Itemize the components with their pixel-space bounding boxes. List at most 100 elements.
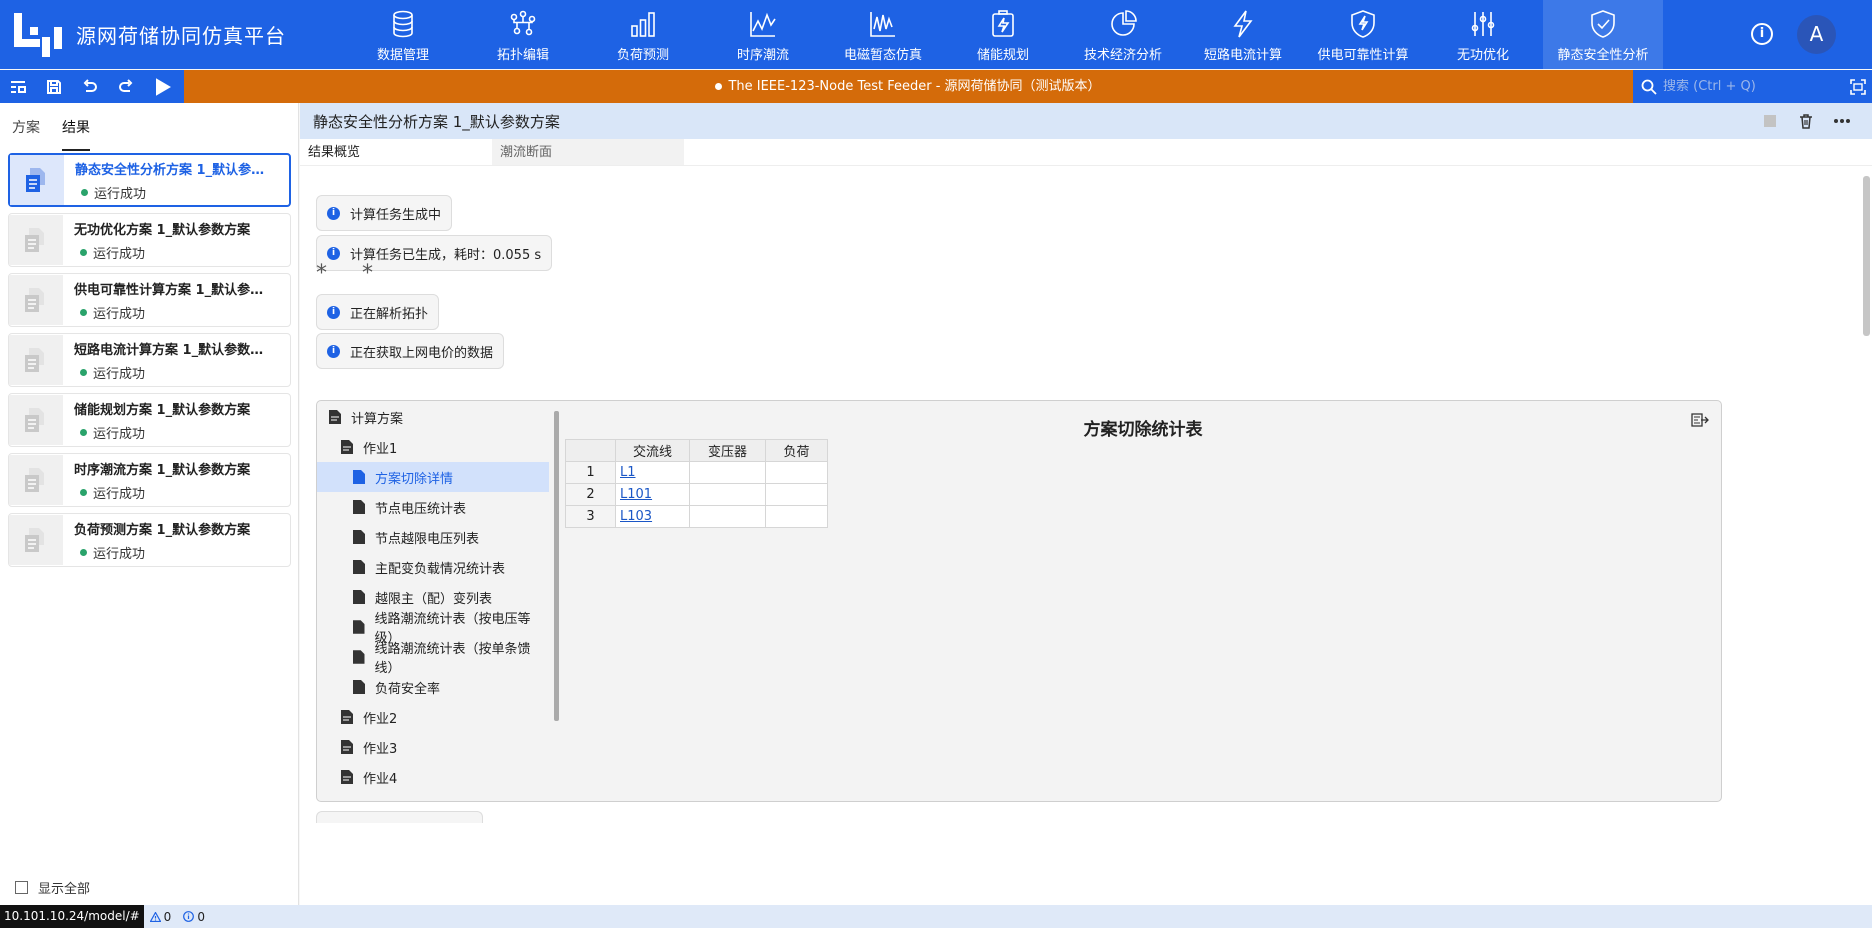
nav-emt-simulation[interactable]: 电磁暂态仿真 bbox=[823, 0, 943, 69]
result-content: i 计算任务生成中 i 计算任务已生成，耗时：0.055 s * * i 正在解… bbox=[300, 166, 1872, 905]
main-header: 静态安全性分析方案 1_默认参数方案 bbox=[300, 103, 1872, 139]
tree-item-report[interactable]: 主配变负载情况统计表 bbox=[317, 552, 549, 582]
plan-card[interactable]: 无功优化方案 1_默认参数方案 运行成功 bbox=[8, 213, 291, 267]
tree-item-job[interactable]: 作业1 bbox=[317, 432, 549, 462]
plan-card[interactable]: 短路电流计算方案 1_默认参数方案 运行成功 bbox=[8, 333, 291, 387]
nav-data-management[interactable]: 数据管理 bbox=[343, 0, 463, 69]
nav-reactive-optimization[interactable]: 无功优化 bbox=[1423, 0, 1543, 69]
layout-button[interactable] bbox=[0, 70, 36, 103]
tab-flow-section[interactable]: 潮流断面 bbox=[492, 139, 684, 165]
load-cell bbox=[765, 461, 828, 484]
nav-load-forecast[interactable]: 负荷预测 bbox=[583, 0, 703, 69]
plan-doc-icon bbox=[9, 215, 63, 265]
info-icon: i bbox=[327, 206, 340, 220]
search-input[interactable] bbox=[1663, 79, 1833, 94]
ac-line-link[interactable]: L103 bbox=[615, 505, 690, 528]
tree-item-report[interactable]: 负荷安全率 bbox=[317, 672, 549, 702]
nav-short-circuit[interactable]: 短路电流计算 bbox=[1183, 0, 1303, 69]
nav-static-security[interactable]: 静态安全性分析 bbox=[1543, 0, 1663, 69]
nav-storage-planning[interactable]: 储能规划 bbox=[943, 0, 1063, 69]
plan-status-text: 运行成功 bbox=[93, 366, 146, 382]
log-text: 正在获取上网电价的数据 bbox=[350, 345, 494, 361]
tree-item-job[interactable]: 作业2 bbox=[317, 702, 549, 732]
fullscreen-icon bbox=[1849, 78, 1866, 95]
tree-item-job[interactable]: 作业3 bbox=[317, 732, 549, 762]
save-icon bbox=[47, 79, 61, 94]
document-icon bbox=[329, 410, 341, 424]
tree-item-root[interactable]: 计算方案 bbox=[317, 402, 549, 432]
header-transformer: 变压器 bbox=[689, 439, 766, 462]
ac-line-link[interactable]: L1 bbox=[615, 461, 690, 484]
info-icon: i bbox=[327, 305, 340, 319]
tree-scrollbar[interactable] bbox=[554, 411, 559, 721]
load-cell bbox=[765, 505, 828, 528]
nav-reliability[interactable]: 供电可靠性计算 bbox=[1303, 0, 1423, 69]
plan-doc-icon bbox=[10, 155, 64, 205]
content-scrollbar[interactable] bbox=[1863, 176, 1870, 336]
nav-topology-edit[interactable]: 拓扑编辑 bbox=[463, 0, 583, 69]
plan-status-text: 运行成功 bbox=[93, 306, 146, 322]
tab-plans[interactable]: 方案 bbox=[12, 103, 40, 151]
redo-button[interactable] bbox=[108, 70, 144, 103]
project-title-text: The IEEE-123-Node Test Feeder - 源网荷储协同（测… bbox=[728, 79, 1101, 94]
tree-label: 越限主（配）变列表 bbox=[375, 591, 493, 607]
plan-card[interactable]: 时序潮流方案 1_默认参数方案 运行成功 bbox=[8, 453, 291, 507]
info-count[interactable]: 0 bbox=[183, 910, 205, 924]
tab-results[interactable]: 结果 bbox=[62, 103, 90, 151]
status-url: 10.101.10.24/model/# bbox=[0, 905, 144, 928]
search-box[interactable] bbox=[1633, 70, 1843, 103]
trash-icon bbox=[1800, 114, 1812, 129]
tree-label: 作业4 bbox=[363, 771, 398, 787]
save-button[interactable] bbox=[36, 70, 72, 103]
stop-button[interactable] bbox=[1752, 103, 1788, 139]
project-title: The IEEE-123-Node Test Feeder - 源网荷储协同（测… bbox=[184, 70, 1632, 103]
tab-result-overview[interactable]: 结果概览 bbox=[300, 139, 492, 165]
plan-status-text: 运行成功 bbox=[93, 546, 146, 562]
nav-time-series-flow[interactable]: 时序潮流 bbox=[703, 0, 823, 69]
stop-icon bbox=[1764, 115, 1776, 127]
export-button[interactable] bbox=[1691, 413, 1709, 431]
nav-tech-econ-analysis[interactable]: 技术经济分析 bbox=[1063, 0, 1183, 69]
table-header-row: 交流线 变压器 负荷 bbox=[565, 439, 828, 462]
tree-item-report[interactable]: 节点电压统计表 bbox=[317, 492, 549, 522]
plan-doc-icon bbox=[9, 335, 63, 385]
document-icon bbox=[353, 560, 365, 574]
database-icon bbox=[386, 7, 420, 41]
left-tabs: 方案 结果 bbox=[0, 103, 298, 151]
delete-button[interactable] bbox=[1788, 103, 1824, 139]
tree-item-job[interactable]: 作业4 bbox=[317, 762, 549, 792]
plan-card[interactable]: 供电可靠性计算方案 1_默认参数方案 运行成功 bbox=[8, 273, 291, 327]
layout-icon bbox=[11, 80, 26, 93]
show-all-checkbox[interactable] bbox=[15, 881, 28, 894]
avatar[interactable]: A bbox=[1797, 15, 1836, 54]
plan-card[interactable]: 负荷预测方案 1_默认参数方案 运行成功 bbox=[8, 513, 291, 567]
more-button[interactable] bbox=[1824, 103, 1860, 139]
plan-status-text: 运行成功 bbox=[93, 426, 146, 442]
undo-button[interactable] bbox=[72, 70, 108, 103]
tree-item-report[interactable]: 方案切除详情 bbox=[317, 462, 549, 492]
table-row: 1 L1 bbox=[565, 461, 828, 484]
brand[interactable]: 源网荷储协同仿真平台 bbox=[12, 10, 286, 58]
plan-card[interactable]: 储能规划方案 1_默认参数方案 运行成功 bbox=[8, 393, 291, 447]
separator-stars: * * bbox=[316, 261, 387, 286]
document-icon bbox=[341, 770, 353, 784]
undo-icon bbox=[83, 78, 97, 92]
tree-item-report[interactable]: 节点越限电压列表 bbox=[317, 522, 549, 552]
plan-card[interactable]: 静态安全性分析方案 1_默认参数方案 运行成功 bbox=[8, 153, 291, 207]
fullscreen-button[interactable] bbox=[1843, 70, 1872, 103]
ac-line-link[interactable]: L101 bbox=[615, 483, 690, 506]
tree-label: 计算方案 bbox=[351, 411, 404, 427]
info-icon[interactable]: i bbox=[1751, 23, 1773, 45]
show-all-toggle[interactable]: 显示全部 bbox=[15, 878, 90, 897]
log-message: i 计算任务生成中 bbox=[316, 195, 453, 231]
transformer-cell bbox=[689, 483, 766, 506]
search-icon bbox=[1641, 79, 1657, 95]
warning-count[interactable]: 0 bbox=[149, 910, 171, 924]
redo-icon bbox=[119, 78, 133, 92]
tree-label: 主配变负载情况统计表 bbox=[375, 561, 506, 577]
nav-label: 短路电流计算 bbox=[1203, 48, 1282, 63]
run-button[interactable] bbox=[144, 70, 180, 103]
topology-icon bbox=[506, 7, 540, 41]
tree-item-report[interactable]: 线路潮流统计表（按单条馈线） bbox=[317, 642, 549, 676]
success-dot bbox=[80, 428, 87, 436]
